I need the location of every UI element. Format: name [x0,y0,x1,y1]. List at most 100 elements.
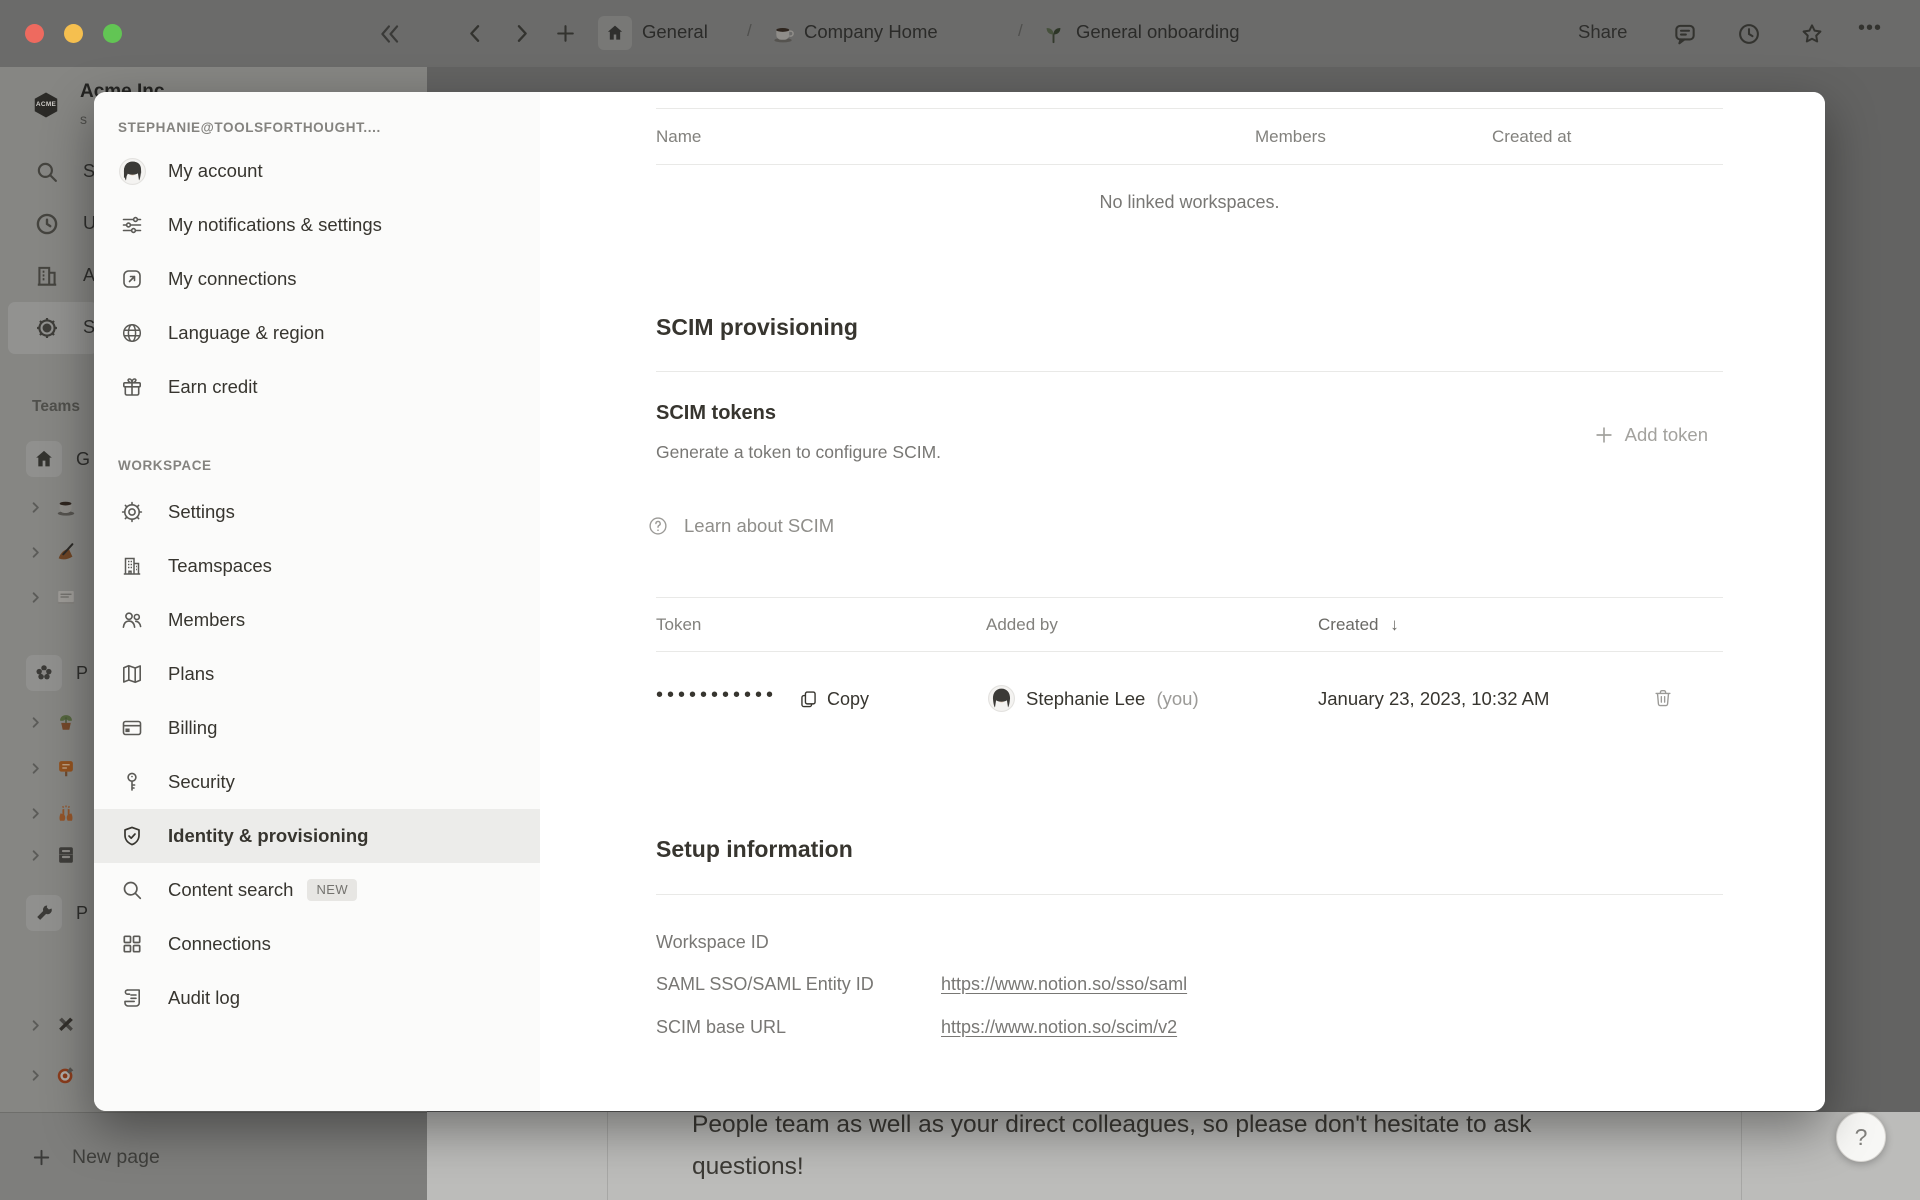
tree-item-product[interactable]: P [76,903,88,924]
dart-target-icon[interactable] [55,1064,77,1086]
settings-nav-my-account[interactable]: My account [94,144,540,198]
breadcrumb-item-company-home[interactable]: Company Home [804,21,938,43]
breadcrumb-item-general[interactable]: General [642,21,708,43]
settings-nav-settings[interactable]: Settings [94,485,540,539]
settings-nav-language-region[interactable]: Language & region [94,306,540,360]
scroll-icon [118,984,146,1012]
token-created-date: January 23, 2023, 10:32 AM [1318,688,1549,710]
section-divider [656,894,1723,895]
breadcrumb-home-chip[interactable] [598,16,632,50]
search-icon [118,876,146,904]
hammer-wrench-icon[interactable] [55,1014,77,1036]
back-icon[interactable] [463,21,488,46]
delete-token-icon[interactable] [1652,687,1674,709]
teams-section-header[interactable]: Teams [32,398,80,416]
chevron-right-icon[interactable] [28,848,43,863]
collapse-sidebar-icon[interactable] [377,21,403,47]
chevron-right-icon[interactable] [28,500,43,515]
home-icon[interactable] [26,441,62,477]
grid-icon [118,930,146,958]
updates-clock-icon[interactable] [1736,21,1762,47]
settings-nav-notifications[interactable]: My notifications & settings [94,198,540,252]
members-icon [118,606,146,634]
add-token-button[interactable]: Add token [1593,424,1708,446]
settings-nav-members[interactable]: Members [94,593,540,647]
settings-nav-earn-credit[interactable]: Earn credit [94,360,540,414]
new-page-bar[interactable]: New page [0,1112,427,1200]
chevron-right-icon[interactable] [28,761,43,776]
section-divider [656,371,1723,372]
raised-hands-icon[interactable] [55,802,77,824]
settings-nav-plans[interactable]: Plans [94,647,540,701]
wrench-icon[interactable] [26,895,62,931]
credit-card-icon [118,714,146,742]
comments-icon[interactable] [1672,21,1698,47]
chevron-right-icon[interactable] [28,545,43,560]
sign-icon[interactable] [55,757,77,779]
settings-nav-content-search[interactable]: Content search NEW [94,863,540,917]
settings-nav-connections[interactable]: Connections [94,917,540,971]
maximize-window-button[interactable] [103,24,122,43]
scim-base-url-link[interactable]: https://www.notion.so/scim/v2 [941,1017,1177,1038]
gear-icon [118,498,146,526]
chevron-right-icon[interactable] [28,806,43,821]
chevron-right-icon[interactable] [28,590,43,605]
seedling-icon [1042,22,1065,45]
flower-icon[interactable] [26,655,62,691]
card-file-box-icon[interactable] [55,844,77,866]
help-button[interactable]: ? [1836,1112,1886,1162]
writing-hand-icon[interactable] [55,541,77,563]
setup-label-scim-base-url: SCIM base URL [656,1017,786,1038]
forward-icon[interactable] [509,21,534,46]
map-icon [118,660,146,688]
workspace-subtitle: s [80,111,87,127]
minimize-window-button[interactable] [64,24,83,43]
empty-state-text: No linked workspaces. [656,192,1723,213]
tree-item-general[interactable]: G [76,449,90,470]
document-icon[interactable] [55,586,77,608]
globe-icon [118,319,146,347]
token-added-by: Stephanie Lee (you) [1026,688,1199,710]
settings-sidebar: STEPHANIE@TOOLSFORTHOUGHT.... My account… [94,92,540,1111]
settings-nav-billing[interactable]: Billing [94,701,540,755]
potted-plant-icon[interactable] [55,711,77,733]
share-button[interactable]: Share [1578,21,1627,43]
settings-content [540,92,1825,1111]
search-icon[interactable] [34,159,60,185]
column-header-added-by: Added by [986,615,1058,635]
scim-tokens-title: SCIM tokens [656,402,776,425]
chevron-right-icon[interactable] [28,1018,43,1033]
window-titlebar: General / Company Home / General onboard… [0,0,1920,67]
settings-nav-identity-provisioning[interactable]: Identity & provisioning [94,809,540,863]
key-icon [118,768,146,796]
table-border [656,108,1723,109]
coffee-icon[interactable] [55,496,77,518]
settings-nav-audit-log[interactable]: Audit log [94,971,540,1025]
token-table-row: ••••••••••• Copy Stephanie Lee (you) Jan… [656,680,1723,726]
saml-sso-link[interactable]: https://www.notion.so/sso/saml [941,974,1187,995]
copy-token-button[interactable]: Copy [798,689,869,710]
shield-check-icon [118,822,146,850]
clock-icon[interactable] [34,211,60,237]
chevron-right-icon[interactable] [28,715,43,730]
column-header-created-at: Created at [1492,127,1571,147]
new-tab-icon[interactable] [553,21,578,46]
column-header-created[interactable]: Created ↓ [1318,615,1399,635]
coffee-icon [772,22,795,45]
building-icon[interactable] [34,263,60,289]
chevron-right-icon[interactable] [28,1068,43,1083]
sliders-icon [118,211,146,239]
plus-icon [30,1146,53,1169]
learn-about-scim-link[interactable]: Learn about SCIM [647,515,834,537]
close-window-button[interactable] [25,24,44,43]
gear-icon[interactable] [34,315,60,341]
tree-item-people[interactable]: P [76,663,88,684]
settings-nav-my-connections[interactable]: My connections [94,252,540,306]
workspace-logo[interactable]: ACME [31,90,61,120]
settings-nav-teamspaces[interactable]: Teamspaces [94,539,540,593]
more-options-icon[interactable]: ••• [1858,17,1882,40]
settings-nav-security[interactable]: Security [94,755,540,809]
breadcrumb-item-general-onboarding[interactable]: General onboarding [1076,21,1240,43]
scim-provisioning-heading: SCIM provisioning [656,314,858,341]
favorite-star-icon[interactable] [1799,21,1825,47]
